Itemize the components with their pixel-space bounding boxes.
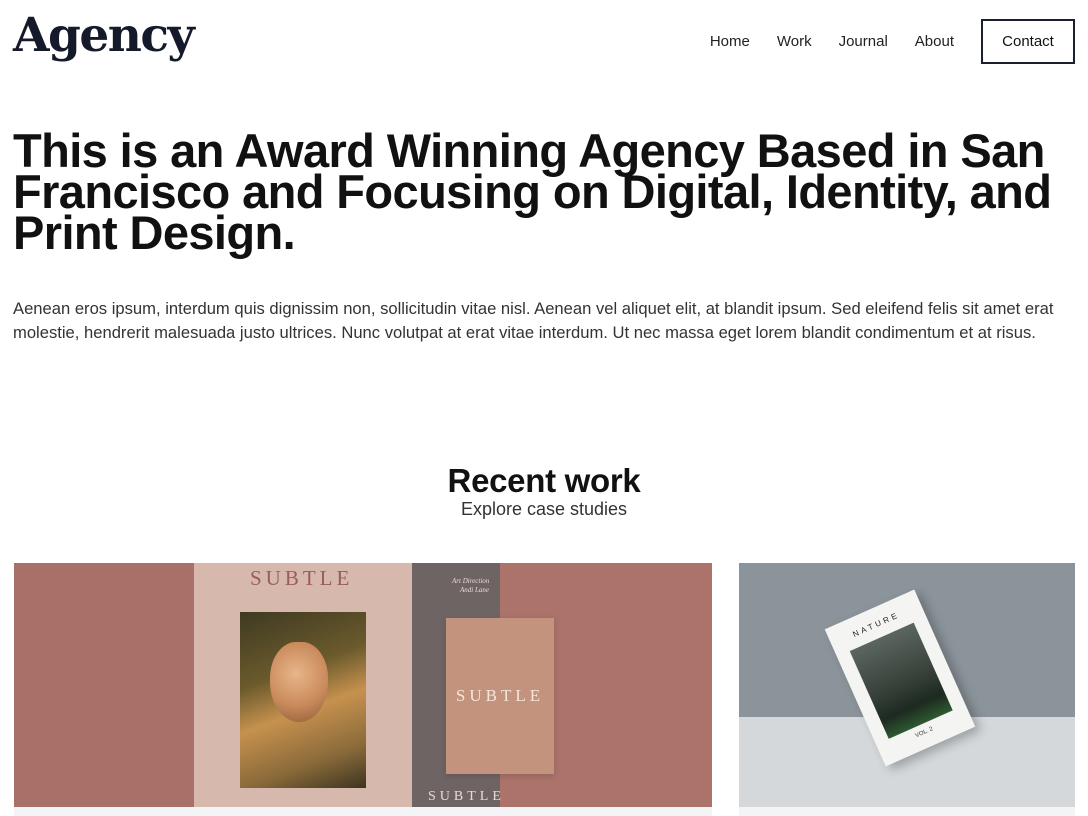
portrait-face xyxy=(270,642,328,722)
site-logo[interactable]: Agency xyxy=(13,8,195,63)
card-art-small-1: Art Direction xyxy=(452,577,490,585)
nav-work[interactable]: Work xyxy=(777,20,812,64)
card-footer-strip xyxy=(739,807,1075,816)
case-study-card-nature[interactable]: NATURE VOL. 2 xyxy=(739,563,1075,816)
card-art-background xyxy=(14,563,194,808)
case-study-card-subtle[interactable]: SUBTLE Art Direction Andi Lane SUBTLE SU… xyxy=(14,563,712,816)
hero-text: Aenean eros ipsum, interdum quis digniss… xyxy=(13,299,1054,342)
card-footer-strip xyxy=(14,807,712,816)
card-art-word-bottom: SUBTLE xyxy=(428,789,505,804)
contact-button[interactable]: Contact xyxy=(981,19,1075,64)
nav-journal[interactable]: Journal xyxy=(839,20,888,64)
portrait-image xyxy=(240,612,366,788)
card-art-word-top: SUBTLE xyxy=(250,566,354,590)
card-art-booklet: SUBTLE xyxy=(446,618,554,774)
recent-work-subtitle: Explore case studies xyxy=(460,499,628,519)
recent-work-title: Recent work xyxy=(447,462,641,499)
nav-home[interactable]: Home xyxy=(710,20,750,64)
nav-about[interactable]: About xyxy=(915,20,954,64)
main-nav: Home Work Journal About Contact xyxy=(710,19,1075,64)
hero-title: This is an Award Winning Agency Based in… xyxy=(13,124,1052,259)
site-header: Agency Home Work Journal About Contact xyxy=(0,0,1088,84)
card-art-small-2: Andi Lane xyxy=(460,586,489,594)
card-art-word-booklet: SUBTLE xyxy=(455,686,545,705)
